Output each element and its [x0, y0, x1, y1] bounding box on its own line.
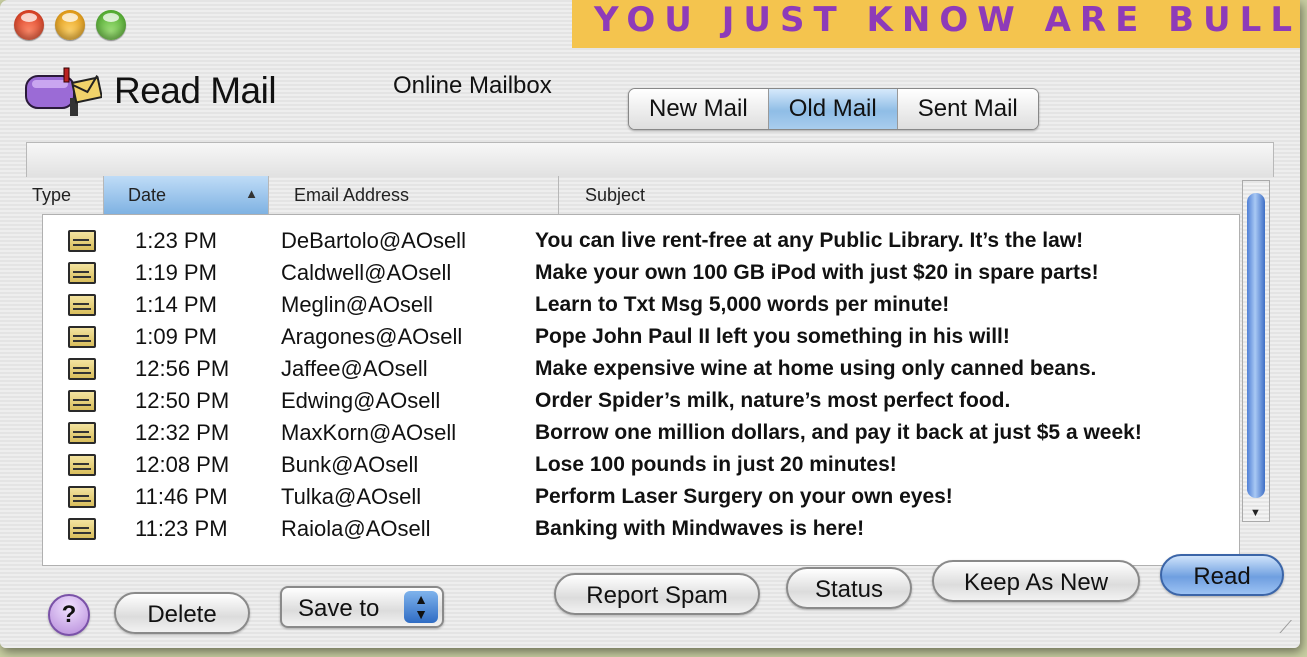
zoom-button[interactable]	[96, 10, 126, 40]
status-button[interactable]: Status	[786, 567, 912, 609]
message-subject: Learn to Txt Msg 5,000 words per minute!	[535, 293, 950, 316]
envelope-icon	[68, 262, 96, 284]
help-button[interactable]: ?	[48, 594, 90, 636]
message-subject: Pope John Paul II left you something in …	[535, 325, 1010, 348]
message-row[interactable]: 12:50 PM Edwing@AOsell Order Spider’s mi…	[43, 385, 1239, 417]
envelope-icon	[68, 326, 96, 348]
keep-as-new-button[interactable]: Keep As New	[932, 560, 1140, 602]
envelope-icon	[68, 422, 96, 444]
envelope-icon	[68, 230, 96, 252]
column-header-date-label: Date	[128, 184, 167, 205]
message-email: Raiola@AOsell	[281, 516, 431, 541]
message-row[interactable]: 11:46 PM Tulka@AOsell Perform Laser Surg…	[43, 481, 1239, 513]
sort-ascending-icon: ▲	[245, 186, 258, 201]
message-list: 1:23 PM DeBartolo@AOsell You can live re…	[42, 214, 1240, 566]
envelope-icon	[68, 358, 96, 380]
column-header-subject[interactable]: Subject	[559, 176, 1272, 214]
mail-tabs: New Mail Old Mail Sent Mail	[628, 88, 1039, 130]
message-date: 12:32 PM	[135, 420, 230, 445]
resize-grip-icon[interactable]: ⟋	[1279, 617, 1292, 638]
message-email: Meglin@AOsell	[281, 292, 433, 317]
app-title: Read Mail	[114, 70, 277, 111]
message-subject: Perform Laser Surgery on your own eyes!	[535, 485, 953, 508]
column-header-row: Type Date ▲ Email Address Subject	[24, 176, 1272, 214]
message-date: 1:19 PM	[135, 260, 217, 285]
message-email: Tulka@AOsell	[281, 484, 422, 509]
magazine-banner: YOU JUST KNOW ARE BULLSI	[572, 0, 1300, 48]
message-subject: Make your own 100 GB iPod with just $20 …	[535, 261, 1099, 284]
message-subject: Lose 100 pounds in just 20 minutes!	[535, 453, 897, 476]
message-date: 11:23 PM	[135, 516, 228, 541]
tab-new-mail[interactable]: New Mail	[629, 89, 769, 129]
column-header-type[interactable]: Type	[24, 176, 104, 214]
close-button[interactable]	[14, 10, 44, 40]
message-date: 1:09 PM	[135, 324, 217, 349]
save-to-label: Save to	[298, 595, 380, 622]
message-email: Edwing@AOsell	[281, 388, 441, 413]
column-header-email[interactable]: Email Address	[269, 176, 559, 214]
envelope-icon	[68, 294, 96, 316]
message-date: 12:08 PM	[135, 452, 230, 477]
message-email: Bunk@AOsell	[281, 452, 419, 477]
tab-sent-mail[interactable]: Sent Mail	[897, 89, 1038, 129]
mailbox-icon	[25, 67, 102, 116]
message-subject: Borrow one million dollars, and pay it b…	[535, 421, 1142, 444]
scroll-thumb[interactable]	[1247, 193, 1265, 498]
mailbox-label: Online Mailbox	[393, 72, 552, 99]
envelope-icon	[68, 486, 96, 508]
message-subject: You can live rent-free at any Public Lib…	[535, 229, 1084, 252]
save-to-popup[interactable]: Save to ▲ ▼	[280, 586, 444, 628]
message-row[interactable]: 12:32 PM MaxKorn@AOsell Borrow one milli…	[43, 417, 1239, 449]
popup-stepper-icon: ▲ ▼	[404, 591, 438, 623]
message-subject: Order Spider’s milk, nature’s most perfe…	[535, 389, 1011, 412]
delete-button[interactable]: Delete	[114, 592, 250, 634]
column-header-date[interactable]: Date ▲	[104, 176, 269, 214]
message-row[interactable]: 12:08 PM Bunk@AOsell Lose 100 pounds in …	[43, 449, 1239, 481]
message-email: Caldwell@AOsell	[281, 260, 452, 285]
tab-old-mail[interactable]: Old Mail	[768, 89, 898, 129]
envelope-icon	[68, 518, 96, 540]
message-subject: Banking with Mindwaves is here!	[535, 517, 865, 540]
message-date: 1:14 PM	[135, 292, 217, 317]
mail-window: YOU JUST KNOW ARE BULLSI Read Mail Onlin…	[0, 0, 1300, 648]
message-email: MaxKorn@AOsell	[281, 420, 457, 445]
list-toolbar	[26, 142, 1274, 177]
minimize-button[interactable]	[55, 10, 85, 40]
envelope-icon	[68, 454, 96, 476]
message-subject: Make expensive wine at home using only c…	[535, 357, 1097, 380]
message-row[interactable]: 1:14 PM Meglin@AOsell Learn to Txt Msg 5…	[43, 289, 1239, 321]
message-row[interactable]: 1:19 PM Caldwell@AOsell Make your own 10…	[43, 257, 1239, 289]
message-row[interactable]: 1:09 PM Aragones@AOsell Pope John Paul I…	[43, 321, 1239, 353]
message-date: 11:46 PM	[135, 484, 228, 509]
message-row[interactable]: 12:56 PM Jaffee@AOsell Make expensive wi…	[43, 353, 1239, 385]
message-row[interactable]: 11:23 PM Raiola@AOsell Banking with Mind…	[43, 513, 1239, 545]
message-date: 1:23 PM	[135, 228, 217, 253]
read-button[interactable]: Read	[1160, 554, 1284, 596]
message-email: DeBartolo@AOsell	[281, 228, 466, 253]
envelope-icon	[68, 390, 96, 412]
vertical-scrollbar[interactable]: ▼	[1242, 180, 1270, 522]
message-date: 12:56 PM	[135, 356, 230, 381]
report-spam-button[interactable]: Report Spam	[554, 573, 760, 615]
message-email: Aragones@AOsell	[281, 324, 463, 349]
message-row[interactable]: 1:23 PM DeBartolo@AOsell You can live re…	[43, 225, 1239, 257]
scroll-down-arrow-icon[interactable]: ▼	[1250, 507, 1261, 519]
message-email: Jaffee@AOsell	[281, 356, 428, 381]
message-date: 12:50 PM	[135, 388, 230, 413]
